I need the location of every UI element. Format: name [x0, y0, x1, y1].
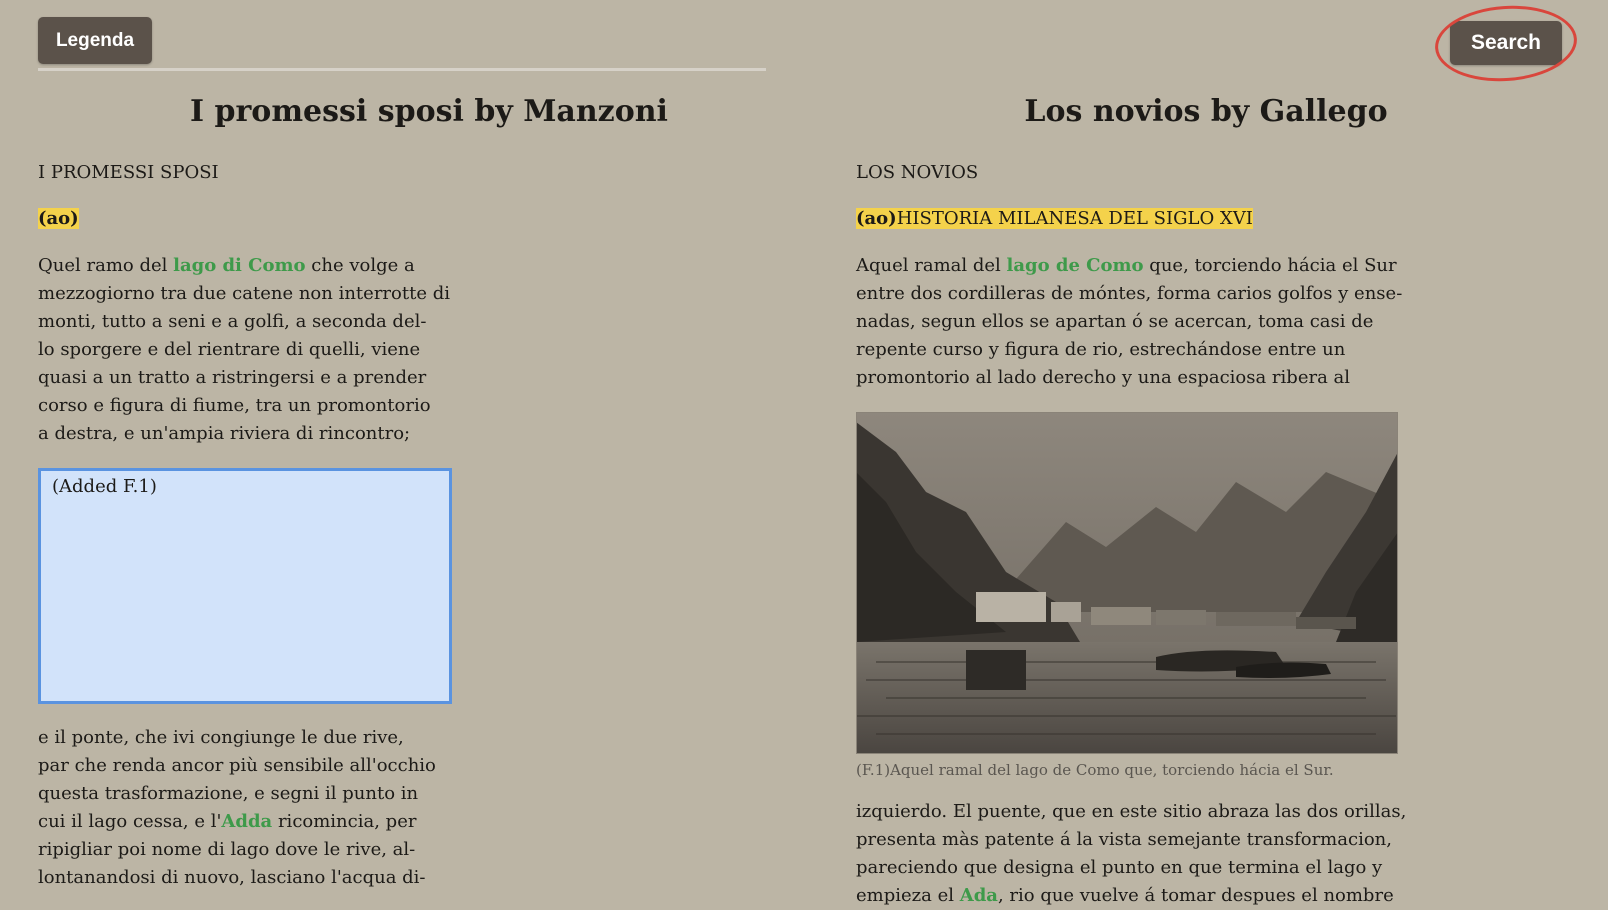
gallego-chapter-heading: (ao)HISTORIA MILANESA DEL SIGLO XVI [856, 206, 1556, 232]
manzoni-paragraph-2: e il ponte, che ivi congiunge le due riv… [38, 727, 436, 888]
header-divider [38, 68, 766, 71]
lago-de-como-link[interactable]: lago de Como [1007, 255, 1144, 276]
gallego-paragraph-2: izquierdo. El puente, que en este sitio … [856, 801, 1407, 906]
manzoni-chapter-marker[interactable]: (ao) [38, 208, 79, 229]
legend-button[interactable]: Legenda [38, 17, 152, 64]
manzoni-paragraph-1: Quel ramo del lago di Como che volge a m… [38, 255, 450, 444]
manzoni-title: I promessi sposi by Manzoni [190, 94, 668, 129]
gallego-book-title: LOS NOVIOS [856, 162, 979, 183]
gallego-title: Los novios by Gallego [1024, 94, 1388, 129]
gallego-column: Los novios by Gallego LOS NOVIOS (ao)HIS… [856, 86, 1556, 910]
manzoni-book-title: I PROMESSI SPOSI [38, 162, 219, 183]
gallego-paragraph-1: Aquel ramal del lago de Como que, torcie… [856, 255, 1403, 388]
lago-di-como-link[interactable]: lago di Como [173, 255, 305, 276]
figure-caption: (F.1)Aquel ramal del lago de Como que, t… [856, 761, 1334, 779]
manzoni-chapter-heading: (ao) [38, 206, 820, 232]
ada-link[interactable]: Ada [960, 885, 998, 906]
manzoni-column: I promessi sposi by Manzoni I PROMESSI S… [38, 86, 820, 892]
gallego-chapter-marker[interactable]: (ao)HISTORIA MILANESA DEL SIGLO XVI [856, 208, 1253, 229]
added-figure-box[interactable]: (Added F.1) [38, 468, 452, 704]
adda-link[interactable]: Adda [221, 811, 272, 832]
lake-como-illustration [856, 412, 1398, 754]
search-button[interactable]: Search [1450, 21, 1562, 65]
